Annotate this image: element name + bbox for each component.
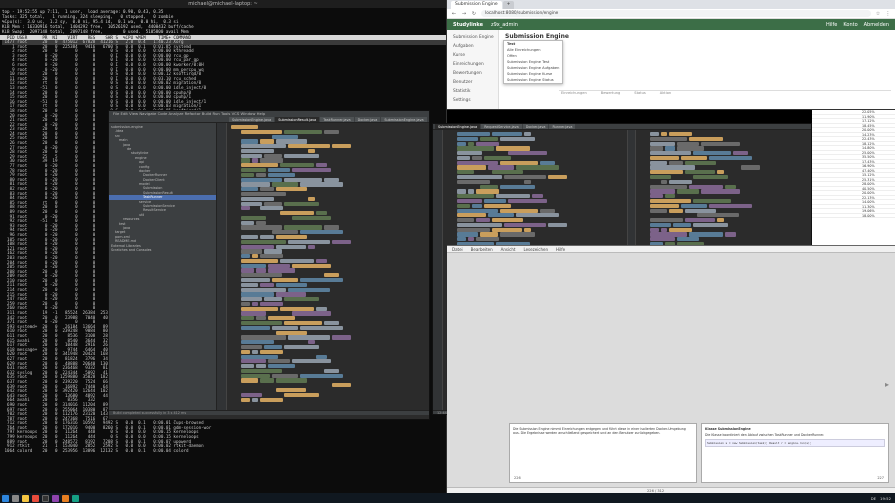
menu-item[interactable]: Bearbeiten	[471, 246, 493, 252]
ide-status-bar: Build completed successfully in 3 s 412 …	[109, 410, 429, 415]
viewer-menubar: Datei Bearbeiten Ansicht Lesezeichen Hil…	[447, 246, 895, 253]
bookmark-star-icon[interactable]: ☆	[875, 11, 881, 17]
new-tab-button[interactable]: +	[502, 1, 515, 9]
line-gutter	[217, 123, 227, 410]
editor-tab[interactable]: SubmissionEngine.java	[381, 117, 427, 122]
browser-tab[interactable]: Submission Engine	[451, 1, 502, 9]
stats-panel[interactable]: 22.05% 11.90% 17.12% 18.45% 20.00% 14.23% 22.4…	[812, 110, 895, 245]
filter-dropdown[interactable]: Test Alle Einreichungen Offen Submission…	[503, 40, 563, 84]
logout-link[interactable]: Abmelden	[864, 22, 889, 28]
editor-tab[interactable]: Docker.java	[354, 117, 381, 122]
app-sidebar: Submission Engine Aufgaben Kurse Einreic…	[447, 30, 499, 109]
paragraph: Die Submission Engine nimmt Einreichunge…	[513, 427, 686, 435]
language-indicator[interactable]: DE	[871, 496, 876, 501]
sidebar-item[interactable]: Aufgaben	[447, 42, 498, 51]
terminal-title: michael@michael-laptop: ~	[0, 0, 446, 8]
sidebar-item[interactable]: Bewertungen	[447, 69, 498, 78]
terminal-icon[interactable]	[42, 494, 49, 502]
menu-item[interactable]: Ansicht	[501, 246, 516, 252]
line-gutter	[433, 130, 443, 410]
ide-icon[interactable]	[62, 494, 69, 502]
section-heading: Klasse SubmissionEngine	[705, 427, 751, 431]
start-menu-icon[interactable]	[2, 494, 9, 502]
browser-icon[interactable]	[32, 494, 39, 502]
sidebar-item[interactable]: Benutzer	[447, 78, 498, 87]
system-tray: DE 19:52	[871, 496, 895, 501]
reload-icon[interactable]: ↻	[471, 11, 477, 17]
editor-tab[interactable]: Docker.java	[522, 124, 549, 129]
document-page: Die Submission Engine nimmt Einreichunge…	[509, 423, 697, 483]
tree-item[interactable]: Scratches and Consoles	[109, 248, 216, 252]
project-tree[interactable]: submission-engine .idea src main java de study…	[109, 123, 217, 410]
editor-tab[interactable]: Runner.java	[549, 124, 576, 129]
document-viewer-icon[interactable]	[72, 494, 79, 502]
ide-window-left[interactable]: File Edit View Navigate Code Analyze Ref…	[108, 110, 430, 420]
forward-icon[interactable]: →	[461, 11, 467, 17]
menu-icon[interactable]: ⋮	[885, 11, 891, 17]
process-row[interactable]: 1064 colord 20 0 253956 13896 12132 S 0.…	[2, 448, 446, 454]
editor-tab[interactable]: SubmissionEngine.java	[435, 124, 481, 129]
page-number: 227	[877, 476, 884, 480]
column-header[interactable]: Status	[634, 91, 645, 96]
stat-row: 18.00%	[812, 214, 895, 218]
app-header: Studylinke z9x_admin Hilfe Konto Abmelde…	[447, 19, 895, 30]
editor-tab[interactable]: RequestService.java	[481, 124, 522, 129]
page-spread: Die Submission Engine nimmt Einreichunge…	[509, 423, 889, 483]
brand-logo[interactable]: Studylinke	[453, 22, 483, 28]
document-viewer[interactable]: Datei Bearbeiten Ansicht Lesezeichen Hil…	[447, 245, 895, 493]
dropdown-option[interactable]: Submission Engine Status	[504, 77, 562, 83]
page-number: 226	[514, 476, 521, 480]
code-line	[231, 397, 425, 403]
user-name: z9x_admin	[490, 21, 518, 28]
editor-tab[interactable]: TaskRunner.java	[320, 117, 354, 122]
clock[interactable]: 19:52	[880, 496, 891, 501]
address-bar-row: ← → ↻ localhost:8080/submission/engine ☆…	[447, 9, 895, 19]
browser-window[interactable]: Submission Engine + ← → ↻ localhost:8080…	[447, 0, 895, 110]
ide-icon[interactable]	[52, 494, 59, 502]
sidebar-item[interactable]: Submission Engine	[447, 33, 498, 42]
sidebar-item[interactable]: Einreichungen	[447, 60, 498, 69]
menu-item[interactable]: Datei	[452, 246, 463, 252]
sidebar-item[interactable]: Settings	[447, 96, 498, 105]
back-icon[interactable]: ←	[451, 11, 457, 17]
account-link[interactable]: Konto	[843, 22, 857, 28]
file-manager-icon[interactable]	[22, 494, 29, 502]
code-sample: Submission s = new Submission(task); Res…	[705, 439, 885, 447]
help-link[interactable]: Hilfe	[826, 22, 837, 28]
editor-tab[interactable]: SubmissionResult.java	[275, 117, 320, 122]
document-page: Klasse SubmissionEngine Die Klasse koord…	[701, 423, 889, 483]
column-header[interactable]: Bewertung	[601, 91, 621, 96]
table-header: Einreichungen Bewertung Status Aktion	[559, 90, 891, 96]
paragraph: Die Klasse koordiniert den Ablauf zwisch…	[705, 433, 825, 437]
browser-tabstrip: Submission Engine +	[447, 0, 895, 9]
menu-item[interactable]: Hilfe	[556, 246, 565, 252]
url-field[interactable]: localhost:8080/submission/engine	[481, 10, 871, 17]
editor-tab[interactable]: SubmissionEngine.java	[229, 117, 275, 122]
page-title: Submission Engine	[505, 33, 569, 40]
code-editor[interactable]	[227, 123, 429, 410]
column-header[interactable]: Einreichungen	[561, 91, 587, 96]
menu-item[interactable]: Lesezeichen	[523, 246, 548, 252]
chevron-right-icon[interactable]: ▸	[885, 380, 893, 390]
top-summary-line: KiB Swap: 2097148 total, 2097148 free, 0…	[2, 29, 189, 34]
top-summary: top - 19:52:55 up 7:11, 1 user, load ave…	[0, 8, 446, 35]
column-header[interactable]: Aktion	[660, 91, 671, 96]
search-icon[interactable]	[12, 494, 19, 502]
taskbar: DE 19:52	[0, 493, 895, 503]
sidebar-item[interactable]: Statistik	[447, 87, 498, 96]
sidebar-item[interactable]: Kurse	[447, 51, 498, 60]
